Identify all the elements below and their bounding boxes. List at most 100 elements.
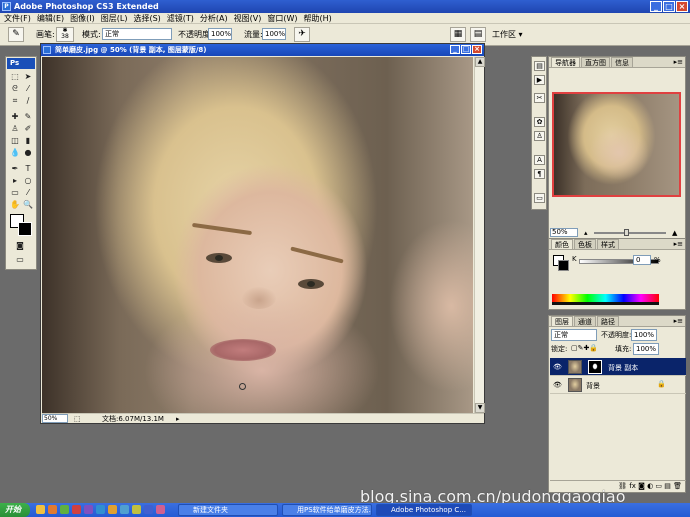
lock-options-icon[interactable]: ▢✎✚🔒 xyxy=(571,344,598,352)
scroll-up-arrow-icon[interactable]: ▲ xyxy=(475,57,485,67)
scroll-down-arrow-icon[interactable]: ▼ xyxy=(475,403,485,413)
airbrush-icon[interactable]: ✈ xyxy=(294,27,310,42)
quicklaunch-app4-icon[interactable] xyxy=(108,505,117,514)
mode-select[interactable]: 正常 xyxy=(102,28,172,40)
navigator-zoom-field[interactable]: 50% xyxy=(550,228,578,237)
navigator-panel-menu-icon[interactable]: ▸≡ xyxy=(674,58,683,66)
zoom-out-icon[interactable]: ▴ xyxy=(584,228,588,238)
quick-mask-icon[interactable]: ◙ xyxy=(14,240,26,251)
doc-maximize-button[interactable]: □ xyxy=(461,45,471,54)
move-tool-icon[interactable]: ➤ xyxy=(22,71,34,82)
menu-help[interactable]: 帮助(H) xyxy=(304,13,332,24)
history-brush-tool-icon[interactable]: ✐ xyxy=(22,123,34,134)
menu-file[interactable]: 文件(F) xyxy=(4,13,31,24)
layer-opacity-field[interactable]: 100% xyxy=(631,329,657,341)
image-canvas[interactable] xyxy=(42,57,473,413)
k-value-field[interactable]: 0 xyxy=(633,255,651,265)
eyedropper-tool-icon[interactable]: ⁄ xyxy=(22,187,34,198)
dock-layer-comps-icon[interactable]: ▭ xyxy=(534,193,545,203)
document-size-info[interactable]: 文档:6.07M/13.1M xyxy=(102,414,164,424)
menu-select[interactable]: 选择(S) xyxy=(133,13,160,24)
tab-histogram[interactable]: 直方图 xyxy=(581,57,610,67)
magic-wand-tool-icon[interactable]: ⁄ xyxy=(22,83,34,94)
color-spectrum-dark-strip[interactable] xyxy=(552,302,659,305)
opacity-field[interactable]: 100% xyxy=(208,28,232,40)
doc-minimize-button[interactable]: _ xyxy=(450,45,460,54)
dock-actions-icon[interactable]: ▶ xyxy=(534,75,545,85)
eraser-tool-icon[interactable]: ◫ xyxy=(9,135,21,146)
menu-layer[interactable]: 图层(L) xyxy=(101,13,128,24)
quicklaunch-app6-icon[interactable] xyxy=(132,505,141,514)
quicklaunch-app3-icon[interactable] xyxy=(96,505,105,514)
tab-info[interactable]: 信息 xyxy=(611,57,633,67)
tab-channels[interactable]: 通道 xyxy=(574,316,596,326)
tab-layers[interactable]: 图层 xyxy=(551,316,573,326)
palette-well-icon[interactable]: ▦ xyxy=(450,27,466,42)
background-color-swatch[interactable] xyxy=(18,222,32,236)
navigator-zoom-knob[interactable] xyxy=(624,229,629,236)
layer-visibility-eye-icon[interactable]: 👁 xyxy=(553,381,562,389)
menu-window[interactable]: 窗口(W) xyxy=(267,13,297,24)
dock-character-icon[interactable]: A xyxy=(534,155,545,165)
quicklaunch-app2-icon[interactable] xyxy=(84,505,93,514)
gradient-tool-icon[interactable]: ▮ xyxy=(22,135,34,146)
vertical-scrollbar[interactable]: ▲ ▼ xyxy=(474,57,485,413)
zoom-field[interactable]: 50% xyxy=(42,414,68,423)
color-panel-menu-icon[interactable]: ▸≡ xyxy=(674,240,683,248)
status-menu-arrow-icon[interactable]: ▸ xyxy=(176,414,180,424)
layer-row-background[interactable]: 👁 背景 🔒 xyxy=(550,376,686,394)
close-button[interactable]: × xyxy=(676,1,688,12)
dock-paragraph-icon[interactable]: ¶ xyxy=(534,169,545,179)
file-browser-icon[interactable]: ▤ xyxy=(470,27,486,42)
tab-styles[interactable]: 样式 xyxy=(597,239,619,249)
fill-field[interactable]: 100% xyxy=(633,343,659,355)
quicklaunch-app7-icon[interactable] xyxy=(144,505,153,514)
menu-edit[interactable]: 编辑(E) xyxy=(37,13,64,24)
path-selection-tool-icon[interactable]: ▸ xyxy=(9,175,21,186)
menu-filter[interactable]: 滤镜(T) xyxy=(167,13,194,24)
layers-panel-menu-icon[interactable]: ▸≡ xyxy=(674,317,683,325)
quicklaunch-app-icon[interactable] xyxy=(72,505,81,514)
navigator-thumbnail[interactable] xyxy=(552,92,681,197)
layer-visibility-eye-icon[interactable]: 👁 xyxy=(553,363,562,371)
quicklaunch-media-icon[interactable] xyxy=(60,505,69,514)
brush-tool-preset-icon[interactable]: ✎ xyxy=(8,27,24,42)
flow-field[interactable]: 100% xyxy=(262,28,286,40)
tab-color[interactable]: 颜色 xyxy=(551,239,573,249)
taskbar-task-browser[interactable]: 用PS软件给单磨皮方法... xyxy=(282,504,372,516)
color-panel-background-swatch[interactable] xyxy=(558,260,569,271)
blur-tool-icon[interactable]: 💧 xyxy=(9,147,21,158)
dock-tool-presets-icon[interactable]: ✂ xyxy=(534,93,545,103)
quicklaunch-app5-icon[interactable] xyxy=(120,505,129,514)
quicklaunch-folder-icon[interactable] xyxy=(36,505,45,514)
doc-close-button[interactable]: × xyxy=(472,45,482,54)
tab-swatches[interactable]: 色板 xyxy=(574,239,596,249)
pen-tool-icon[interactable]: ✒ xyxy=(9,163,21,174)
marquee-tool-icon[interactable]: ⬚ xyxy=(9,71,21,82)
layer-row-background-copy[interactable]: 👁 背景 副本 xyxy=(550,358,686,376)
dodge-tool-icon[interactable]: ● xyxy=(22,147,34,158)
dock-history-icon[interactable]: ▤ xyxy=(534,61,545,71)
quicklaunch-browser-icon[interactable] xyxy=(48,505,57,514)
quicklaunch-app8-icon[interactable] xyxy=(156,505,165,514)
shape-tool-icon[interactable]: ○ xyxy=(22,175,34,186)
menu-view[interactable]: 视图(V) xyxy=(234,13,262,24)
crop-tool-icon[interactable]: ⌗ xyxy=(9,95,21,106)
healing-brush-tool-icon[interactable]: ✚ xyxy=(9,111,21,122)
zoom-in-icon[interactable]: ▲ xyxy=(672,228,677,238)
brush-size-picker[interactable]: ✱ 38 xyxy=(56,27,74,42)
layer-mask-thumbnail[interactable] xyxy=(588,360,602,374)
type-tool-icon[interactable]: T xyxy=(22,163,34,174)
zoom-tool-icon[interactable]: 🔍 xyxy=(22,199,34,210)
workspace-menu[interactable]: 工作区 ▾ xyxy=(492,29,523,40)
brush-tool-icon[interactable]: ✎ xyxy=(22,111,34,122)
color-spectrum-bar[interactable] xyxy=(552,294,659,302)
menu-image[interactable]: 图像(I) xyxy=(70,13,95,24)
taskbar-task-photoshop[interactable]: Adobe Photoshop C... xyxy=(376,504,472,516)
notes-tool-icon[interactable]: ▭ xyxy=(9,187,21,198)
blend-mode-select[interactable]: 正常 xyxy=(551,329,597,341)
clone-stamp-tool-icon[interactable]: ♙ xyxy=(9,123,21,134)
dock-brushes-icon[interactable]: ✿ xyxy=(534,117,545,127)
dock-clone-source-icon[interactable]: ♙ xyxy=(534,131,545,141)
maximize-button[interactable]: □ xyxy=(663,1,675,12)
